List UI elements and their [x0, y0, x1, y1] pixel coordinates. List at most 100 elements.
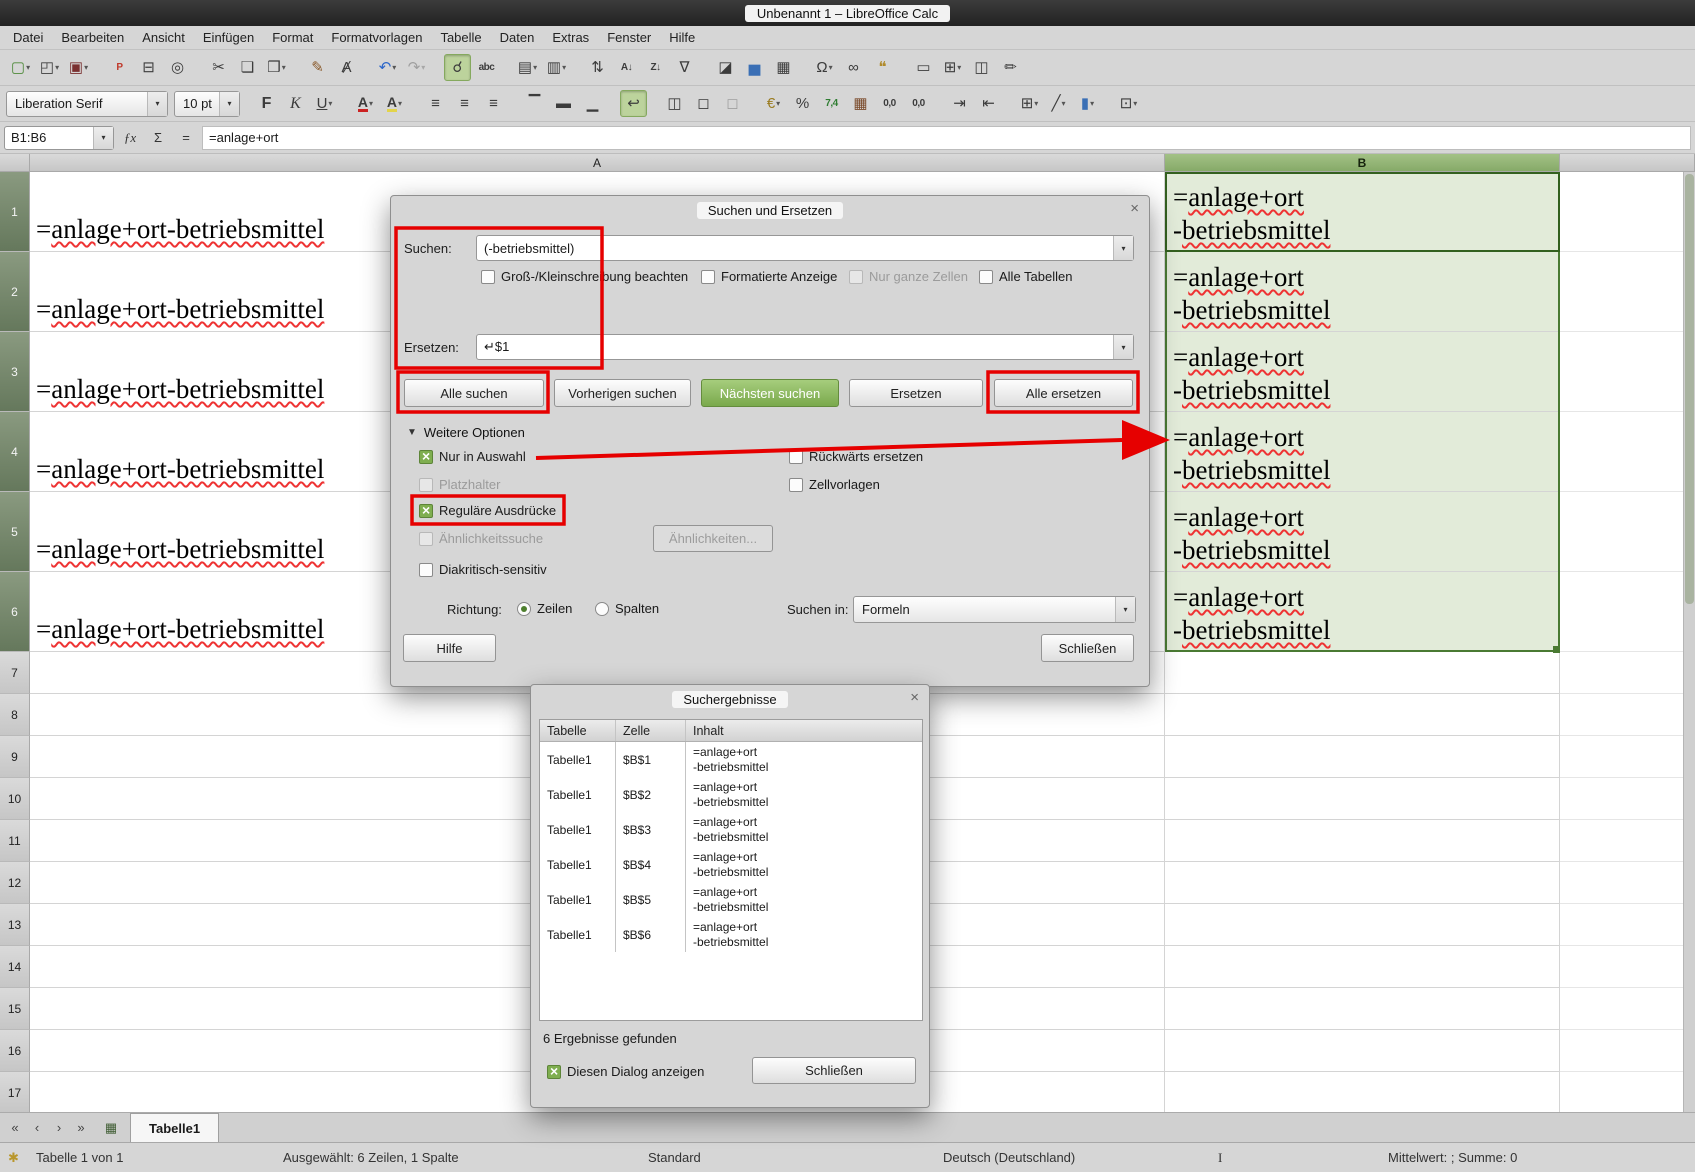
align-top-icon[interactable]: ▔ — [521, 90, 548, 117]
diacritic-sensitive-checkbox[interactable]: Diakritisch-sensitiv — [419, 562, 547, 577]
titlebar[interactable]: Unbenannt 1 – LibreOffice Calc — [0, 0, 1695, 26]
more-options-expander[interactable]: ▼ Weitere Optionen — [407, 425, 525, 440]
cell-column-b[interactable] — [1165, 778, 1560, 820]
dropdown-arrow-icon[interactable]: ▾ — [398, 99, 402, 108]
dropdown-arrow-icon[interactable]: ▾ — [1062, 99, 1066, 108]
bold-icon[interactable]: F — [253, 90, 280, 117]
export-pdf-icon[interactable]: P — [106, 54, 133, 81]
cell-column-b[interactable] — [1165, 988, 1560, 1030]
insert-image-icon[interactable]: ◪ — [712, 54, 739, 81]
merge-cells-icon[interactable]: ◻ — [690, 90, 717, 117]
italic-icon[interactable]: K — [282, 90, 309, 117]
last-sheet-icon[interactable]: » — [70, 1113, 92, 1142]
dropdown-arrow-icon[interactable]: ▾ — [392, 63, 396, 72]
row-header[interactable]: 13 — [0, 904, 30, 946]
cell-empty[interactable] — [1560, 778, 1695, 820]
new-document-icon[interactable]: ▢▾ — [7, 54, 34, 81]
replace-input[interactable]: ↵$1 ▾ — [476, 334, 1134, 360]
help-button[interactable]: Hilfe — [403, 634, 496, 662]
underline-icon[interactable]: U▾ — [311, 90, 338, 117]
split-window-icon[interactable]: ◫ — [968, 54, 995, 81]
wrap-text-icon[interactable]: ↩ — [620, 90, 647, 117]
dropdown-arrow-icon[interactable]: ▾ — [147, 92, 167, 116]
menu-item[interactable]: Datei — [4, 26, 52, 49]
cell-empty[interactable] — [1560, 252, 1695, 332]
font-size-combo[interactable]: 10 pt ▾ — [174, 91, 240, 117]
cell-column-b-selected[interactable]: =anlage+ort -betriebsmittel — [1165, 252, 1560, 332]
row-header[interactable]: 11 — [0, 820, 30, 862]
highlighting-color-icon[interactable]: A▾ — [381, 90, 408, 117]
cell-empty[interactable] — [1560, 904, 1695, 946]
format-as-currency-icon[interactable]: €▾ — [760, 90, 787, 117]
cell-column-b[interactable] — [1165, 904, 1560, 946]
align-right-icon[interactable]: ≡ — [480, 90, 507, 117]
insert-chart-icon[interactable]: ▅ — [741, 54, 768, 81]
cell-column-b-selected[interactable]: =anlage+ort -betriebsmittel — [1165, 172, 1560, 252]
cell-column-b[interactable] — [1165, 736, 1560, 778]
dropdown-arrow-icon[interactable]: ▾ — [93, 127, 113, 149]
dropdown-arrow-icon[interactable]: ▾ — [829, 63, 833, 72]
result-row[interactable]: Tabelle1 $B$2 =anlage+ort -betriebsmitte… — [540, 777, 922, 812]
menu-item[interactable]: Bearbeiten — [52, 26, 133, 49]
find-all-button[interactable]: Alle suchen — [404, 379, 544, 407]
show-draw-functions-icon[interactable]: ✏ — [997, 54, 1024, 81]
result-row[interactable]: Tabelle1 $B$6 =anlage+ort -betriebsmitte… — [540, 917, 922, 952]
menu-item[interactable]: Formatvorlagen — [322, 26, 431, 49]
dropdown-arrow-icon[interactable]: ▾ — [219, 92, 239, 116]
row-header[interactable]: 8 — [0, 694, 30, 736]
row-header[interactable]: 6 — [0, 572, 30, 652]
print-icon[interactable]: ⊟ — [135, 54, 162, 81]
insert-comment-icon[interactable]: ❝ — [869, 54, 896, 81]
special-character-icon[interactable]: Ω▾ — [811, 54, 838, 81]
result-row[interactable]: Tabelle1 $B$5 =anlage+ort -betriebsmitte… — [540, 882, 922, 917]
row-header[interactable]: 1 — [0, 172, 30, 252]
menu-item[interactable]: Einfügen — [194, 26, 263, 49]
selection-handle[interactable] — [1553, 646, 1560, 653]
clone-formatting-icon[interactable]: ✎ — [304, 54, 331, 81]
direction-columns-radio[interactable]: Spalten — [595, 601, 659, 616]
average-sum-status[interactable]: Mittelwert: ; Summe: 0 — [1388, 1150, 1517, 1165]
align-center-icon[interactable]: ≡ — [451, 90, 478, 117]
sum-icon[interactable]: Σ — [146, 126, 170, 150]
column-header-a[interactable]: A — [30, 154, 1165, 172]
cell-empty[interactable] — [1560, 1072, 1695, 1112]
dropdown-arrow-icon[interactable]: ▾ — [369, 99, 373, 108]
find-next-button[interactable]: Nächsten suchen — [701, 379, 839, 407]
language-status[interactable]: Deutsch (Deutschland) — [943, 1150, 1075, 1165]
dropdown-arrow-icon[interactable]: ▾ — [328, 99, 332, 108]
cell-column-b-selected[interactable]: =anlage+ort -betriebsmittel — [1165, 412, 1560, 492]
menu-item[interactable]: Tabelle — [431, 26, 490, 49]
format-as-number-icon[interactable]: 7,4 — [818, 90, 845, 117]
decrease-indent-icon[interactable]: ⇤ — [975, 90, 1002, 117]
next-sheet-icon[interactable]: › — [48, 1113, 70, 1142]
close-icon[interactable]: × — [910, 690, 919, 705]
direction-rows-radio[interactable]: Zeilen — [517, 601, 572, 616]
cell-empty[interactable] — [1560, 492, 1695, 572]
cell-styles-checkbox[interactable]: Zellvorlagen — [789, 477, 880, 492]
replace-button[interactable]: Ersetzen — [849, 379, 983, 407]
result-row[interactable]: Tabelle1 $B$3 =anlage+ort -betriebsmitte… — [540, 812, 922, 847]
cell-column-b[interactable] — [1165, 820, 1560, 862]
menu-item[interactable]: Hilfe — [660, 26, 704, 49]
close-icon[interactable]: × — [1130, 201, 1139, 216]
all-sheets-checkbox[interactable]: Alle Tabellen — [979, 269, 1072, 284]
column-header-inhalt[interactable]: Inhalt — [686, 720, 922, 741]
menu-item[interactable]: Extras — [543, 26, 598, 49]
cell-column-b[interactable] — [1165, 694, 1560, 736]
center-vertically-icon[interactable]: ▬ — [550, 90, 577, 117]
cell-empty[interactable] — [1560, 1030, 1695, 1072]
column-header-zelle[interactable]: Zelle — [616, 720, 686, 741]
spelling-icon[interactable]: abc — [473, 54, 500, 81]
format-as-date-icon[interactable]: ▦ — [847, 90, 874, 117]
save-icon[interactable]: ▣▾ — [65, 54, 92, 81]
copy-icon[interactable]: ❏ — [234, 54, 261, 81]
dropdown-arrow-icon[interactable]: ▾ — [1034, 99, 1038, 108]
regular-expressions-checkbox[interactable]: Reguläre Ausdrücke — [419, 503, 556, 518]
row-header[interactable]: 9 — [0, 736, 30, 778]
border-style-icon[interactable]: ╱▾ — [1045, 90, 1072, 117]
row-header[interactable]: 12 — [0, 862, 30, 904]
menu-item[interactable]: Fenster — [598, 26, 660, 49]
cell-empty[interactable] — [1560, 946, 1695, 988]
selection-only-checkbox[interactable]: Nur in Auswahl — [419, 449, 526, 464]
dialog-titlebar[interactable]: Suchergebnisse × — [531, 685, 929, 713]
